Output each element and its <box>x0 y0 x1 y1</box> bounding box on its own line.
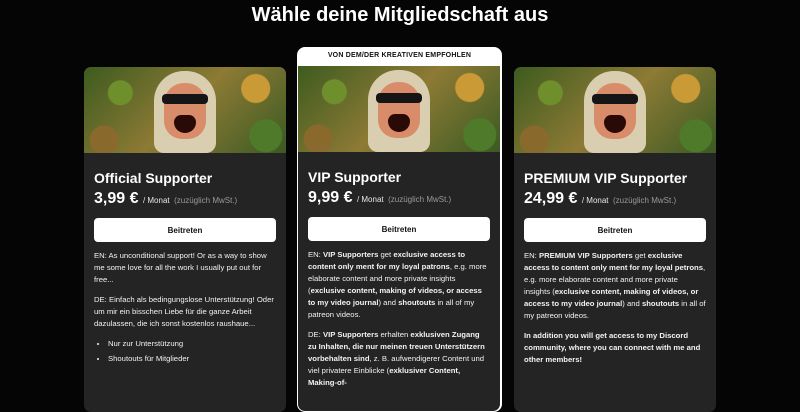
price-period: / Monat <box>581 196 609 205</box>
tier-description: EN: VIP Supporters get exclusive access … <box>308 249 490 389</box>
price-tax-note: (zuzüglich MwSt.) <box>388 195 452 204</box>
description-en: EN: VIP Supporters get exclusive access … <box>308 250 487 319</box>
tier-name: Official Supporter <box>94 170 213 186</box>
description-de: DE: Einfach als bedingungslose Unterstüt… <box>94 295 274 328</box>
description-en: EN: PREMIUM VIP Supporters get exclusive… <box>524 251 706 320</box>
description-extra: In addition you will get access to my Di… <box>524 331 701 364</box>
price-tax-note: (zuzüglich MwSt.) <box>612 196 677 205</box>
tier-name: VIP Supporter <box>308 169 402 185</box>
price-line: 24,99 € / Monat (zuzüglich MwSt.) <box>524 190 706 208</box>
tier-price: 9,99 € <box>308 189 353 206</box>
join-button[interactable]: Beitreten <box>524 218 706 242</box>
tier-description: EN: As unconditional support! Or as a wa… <box>94 250 276 365</box>
tier-card-vip-supporter: VIP Supporter 9,99 € / Monat (zuzüglich … <box>298 66 500 411</box>
price-period: / Monat <box>356 195 384 204</box>
price-line: 3,99 € / Monat (zuzüglich MwSt.) <box>94 190 276 208</box>
price-line: 9,99 € / Monat (zuzüglich MwSt.) <box>308 189 490 207</box>
description-de: DE: VIP Supporters erhalten exklusiven Z… <box>308 330 485 387</box>
recommended-tier-frame: VON DEM/DER KREATIVEN EMPFOHLEN VIP Supp… <box>297 47 502 412</box>
join-button[interactable]: Beitreten <box>94 218 276 242</box>
tier-description: EN: PREMIUM VIP Supporters get exclusive… <box>524 250 706 366</box>
tier-name: PREMIUM VIP Supporter <box>524 170 688 186</box>
join-button[interactable]: Beitreten <box>308 217 490 241</box>
tier-card-official-supporter: Official Supporter 3,99 € / Monat (zuzüg… <box>84 67 286 412</box>
page-title: Wähle deine Mitgliedschaft aus <box>251 4 549 26</box>
benefit-list: Nur zur Unterstützung Shoutouts für Mitg… <box>94 338 276 365</box>
tier-price: 24,99 € <box>524 190 578 207</box>
benefit-item: Shoutouts für Mitglieder <box>108 353 276 365</box>
tier-image <box>514 67 716 153</box>
price-period: / Monat <box>142 196 170 205</box>
recommended-badge: VON DEM/DER KREATIVEN EMPFOHLEN <box>327 52 472 59</box>
benefit-item: Nur zur Unterstützung <box>108 338 276 350</box>
price-tax-note: (zuzüglich MwSt.) <box>174 196 238 205</box>
tier-image <box>84 67 286 153</box>
tier-image <box>298 66 500 152</box>
description-en: EN: As unconditional support! Or as a wa… <box>94 251 267 284</box>
tier-card-premium-vip-supporter: PREMIUM VIP Supporter 24,99 € / Monat (z… <box>514 67 716 412</box>
tier-price: 3,99 € <box>94 190 139 207</box>
